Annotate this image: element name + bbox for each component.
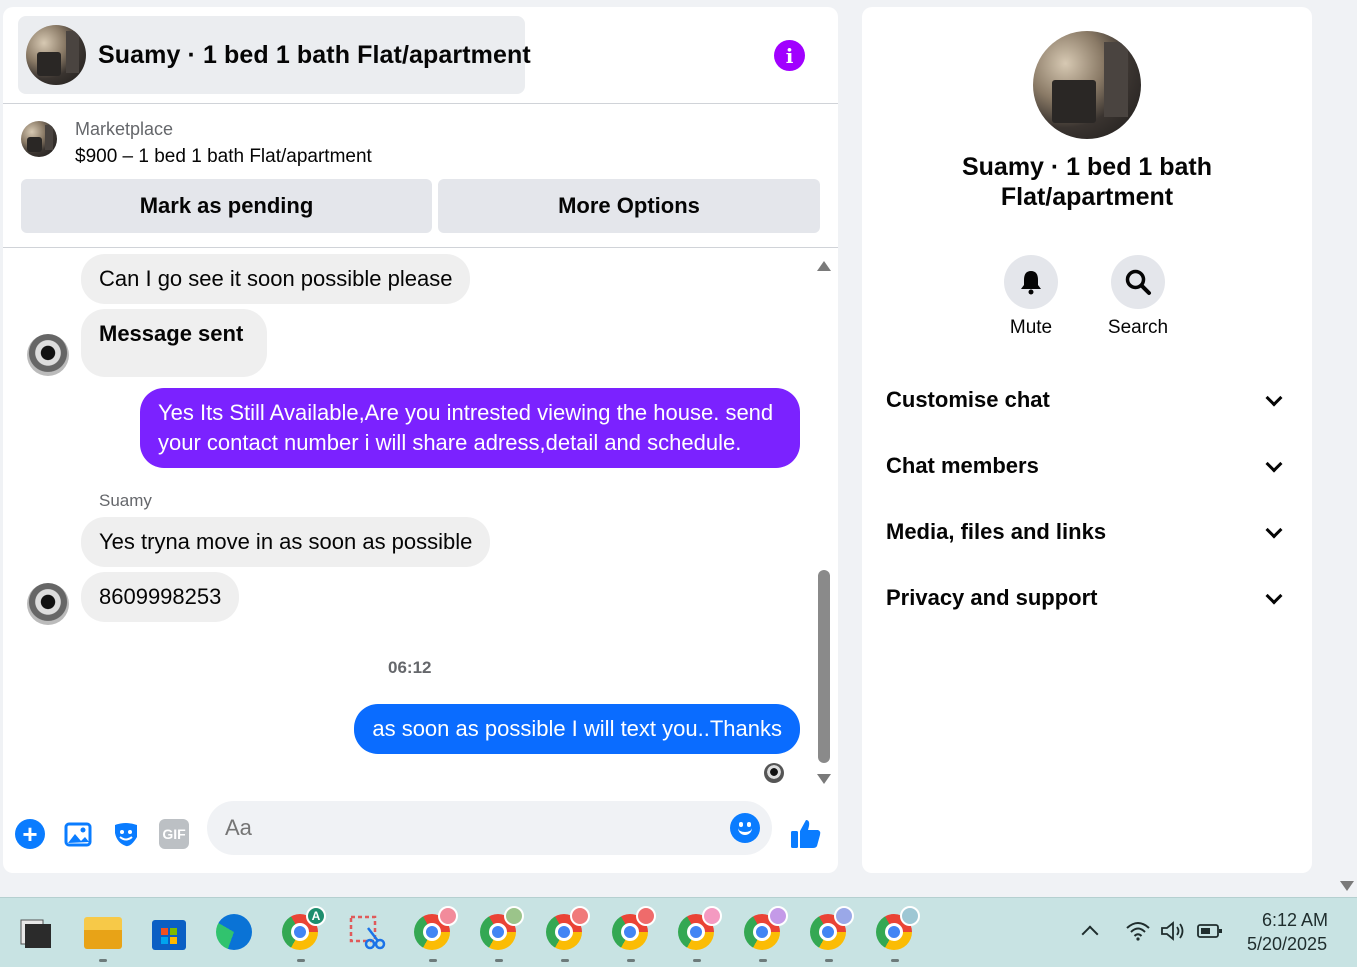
sender-avatar[interactable]	[27, 334, 69, 376]
more-options-button[interactable]: More Options	[438, 179, 820, 233]
message-bubble-sent: Yes Its Still Available,Are you intreste…	[140, 388, 800, 468]
chat-panel: Suamy · 1 bed 1 bath Flat/apartment i Ma…	[3, 7, 838, 873]
gallery-icon[interactable]	[63, 819, 93, 849]
listing-avatar	[26, 25, 86, 85]
mark-as-pending-button[interactable]: Mark as pending	[21, 179, 432, 233]
section-label: Chat members	[886, 453, 1039, 478]
sticker-icon[interactable]	[111, 819, 141, 849]
chrome-icon[interactable]: A	[282, 906, 326, 962]
chrome-icon[interactable]	[480, 906, 524, 962]
scrollbar[interactable]	[814, 257, 832, 787]
section-chat-members[interactable]: Chat members	[862, 441, 1312, 491]
chrome-icon[interactable]	[612, 906, 656, 962]
message-bubble: Can I go see it soon possible please	[81, 254, 471, 304]
search-button[interactable]: Search	[1098, 255, 1178, 339]
volume-icon[interactable]	[1160, 920, 1188, 947]
message-bubble: 8609998253	[81, 572, 240, 622]
chrome-icon[interactable]	[744, 906, 788, 962]
message-bubble: Yes tryna move in as soon as possible	[81, 517, 491, 567]
sender-avatar[interactable]	[27, 583, 69, 625]
section-label: Media, files and links	[886, 519, 1107, 544]
section-label: Privacy and support	[886, 585, 1098, 610]
start-icon[interactable]	[17, 914, 55, 952]
show-hidden-icons-chevron-icon[interactable]	[1081, 925, 1099, 943]
chat-header: Suamy · 1 bed 1 bath Flat/apartment i	[3, 7, 838, 104]
microsoft-store-icon[interactable]	[150, 914, 188, 952]
battery-icon[interactable]	[1197, 922, 1223, 945]
message-composer: + GIF	[3, 797, 838, 867]
file-explorer-icon[interactable]	[84, 914, 122, 962]
edge-icon[interactable]	[216, 914, 254, 952]
snipping-tool-icon[interactable]	[348, 914, 386, 952]
message-input[interactable]	[207, 801, 772, 855]
scroll-down-arrow-icon[interactable]	[817, 774, 831, 784]
chrome-icon[interactable]	[414, 906, 458, 962]
clock-time[interactable]: 6:12 AM	[1262, 910, 1328, 931]
scroll-up-arrow-icon[interactable]	[817, 261, 831, 271]
clock-date[interactable]: 5/20/2025	[1247, 934, 1327, 955]
message-list: Can I go see it soon possible please Mes…	[3, 249, 838, 789]
marketplace-listing: Marketplace $900 – 1 bed 1 bath Flat/apa…	[3, 105, 838, 248]
conversation-name: Suamy · 1 bed 1 bath Flat/apartment	[961, 153, 1213, 211]
section-label: Customise chat	[886, 387, 1050, 412]
message-timestamp: 06:12	[388, 658, 432, 677]
listing-price[interactable]: $900 – 1 bed 1 bath Flat/apartment	[75, 146, 372, 168]
chevron-down-icon	[1265, 587, 1283, 605]
conversation-info-panel: Suamy · 1 bed 1 bath Flat/apartment Mute…	[862, 7, 1312, 873]
profile-badge: A	[306, 906, 326, 926]
thumbs-up-icon[interactable]	[789, 817, 823, 851]
taskbar: A 6:12 AM 5/20/2025	[0, 897, 1357, 967]
mute-label: Mute	[1009, 317, 1053, 338]
chevron-down-icon	[1265, 389, 1283, 407]
chrome-icon[interactable]	[546, 906, 590, 962]
gif-icon[interactable]: GIF	[159, 819, 189, 849]
section-media-files-links[interactable]: Media, files and links	[862, 507, 1312, 557]
chrome-icon[interactable]	[876, 906, 920, 962]
chrome-icon[interactable]	[810, 906, 854, 962]
info-icon[interactable]: i	[774, 40, 805, 71]
scrollbar-thumb[interactable]	[818, 570, 830, 763]
listing-thumbnail[interactable]	[21, 121, 57, 157]
section-customise-chat[interactable]: Customise chat	[862, 375, 1312, 425]
section-privacy-support[interactable]: Privacy and support	[862, 573, 1312, 623]
sender-name: Suamy	[99, 491, 152, 510]
conversation-avatar[interactable]	[1033, 31, 1141, 139]
chrome-icon[interactable]	[678, 906, 722, 962]
message-bubble: Message sent	[81, 309, 268, 377]
emoji-icon[interactable]	[730, 813, 760, 843]
search-label: Search	[1107, 317, 1169, 338]
message-bubble-sent: as soon as possible I will text you..Tha…	[354, 704, 800, 754]
page-scroll-down-arrow-icon[interactable]	[1340, 881, 1354, 891]
chevron-down-icon	[1265, 455, 1283, 473]
chat-title: Suamy · 1 bed 1 bath Flat/apartment	[98, 40, 531, 69]
search-icon[interactable]	[1111, 255, 1165, 309]
mute-button[interactable]: Mute	[991, 255, 1071, 339]
plus-icon[interactable]: +	[15, 819, 45, 849]
listing-source: Marketplace	[75, 119, 174, 139]
bell-icon[interactable]	[1004, 255, 1058, 309]
chat-title-button[interactable]: Suamy · 1 bed 1 bath Flat/apartment	[18, 16, 531, 94]
chevron-down-icon	[1265, 521, 1283, 539]
wifi-icon[interactable]	[1125, 920, 1151, 947]
seen-indicator-avatar	[764, 763, 784, 783]
